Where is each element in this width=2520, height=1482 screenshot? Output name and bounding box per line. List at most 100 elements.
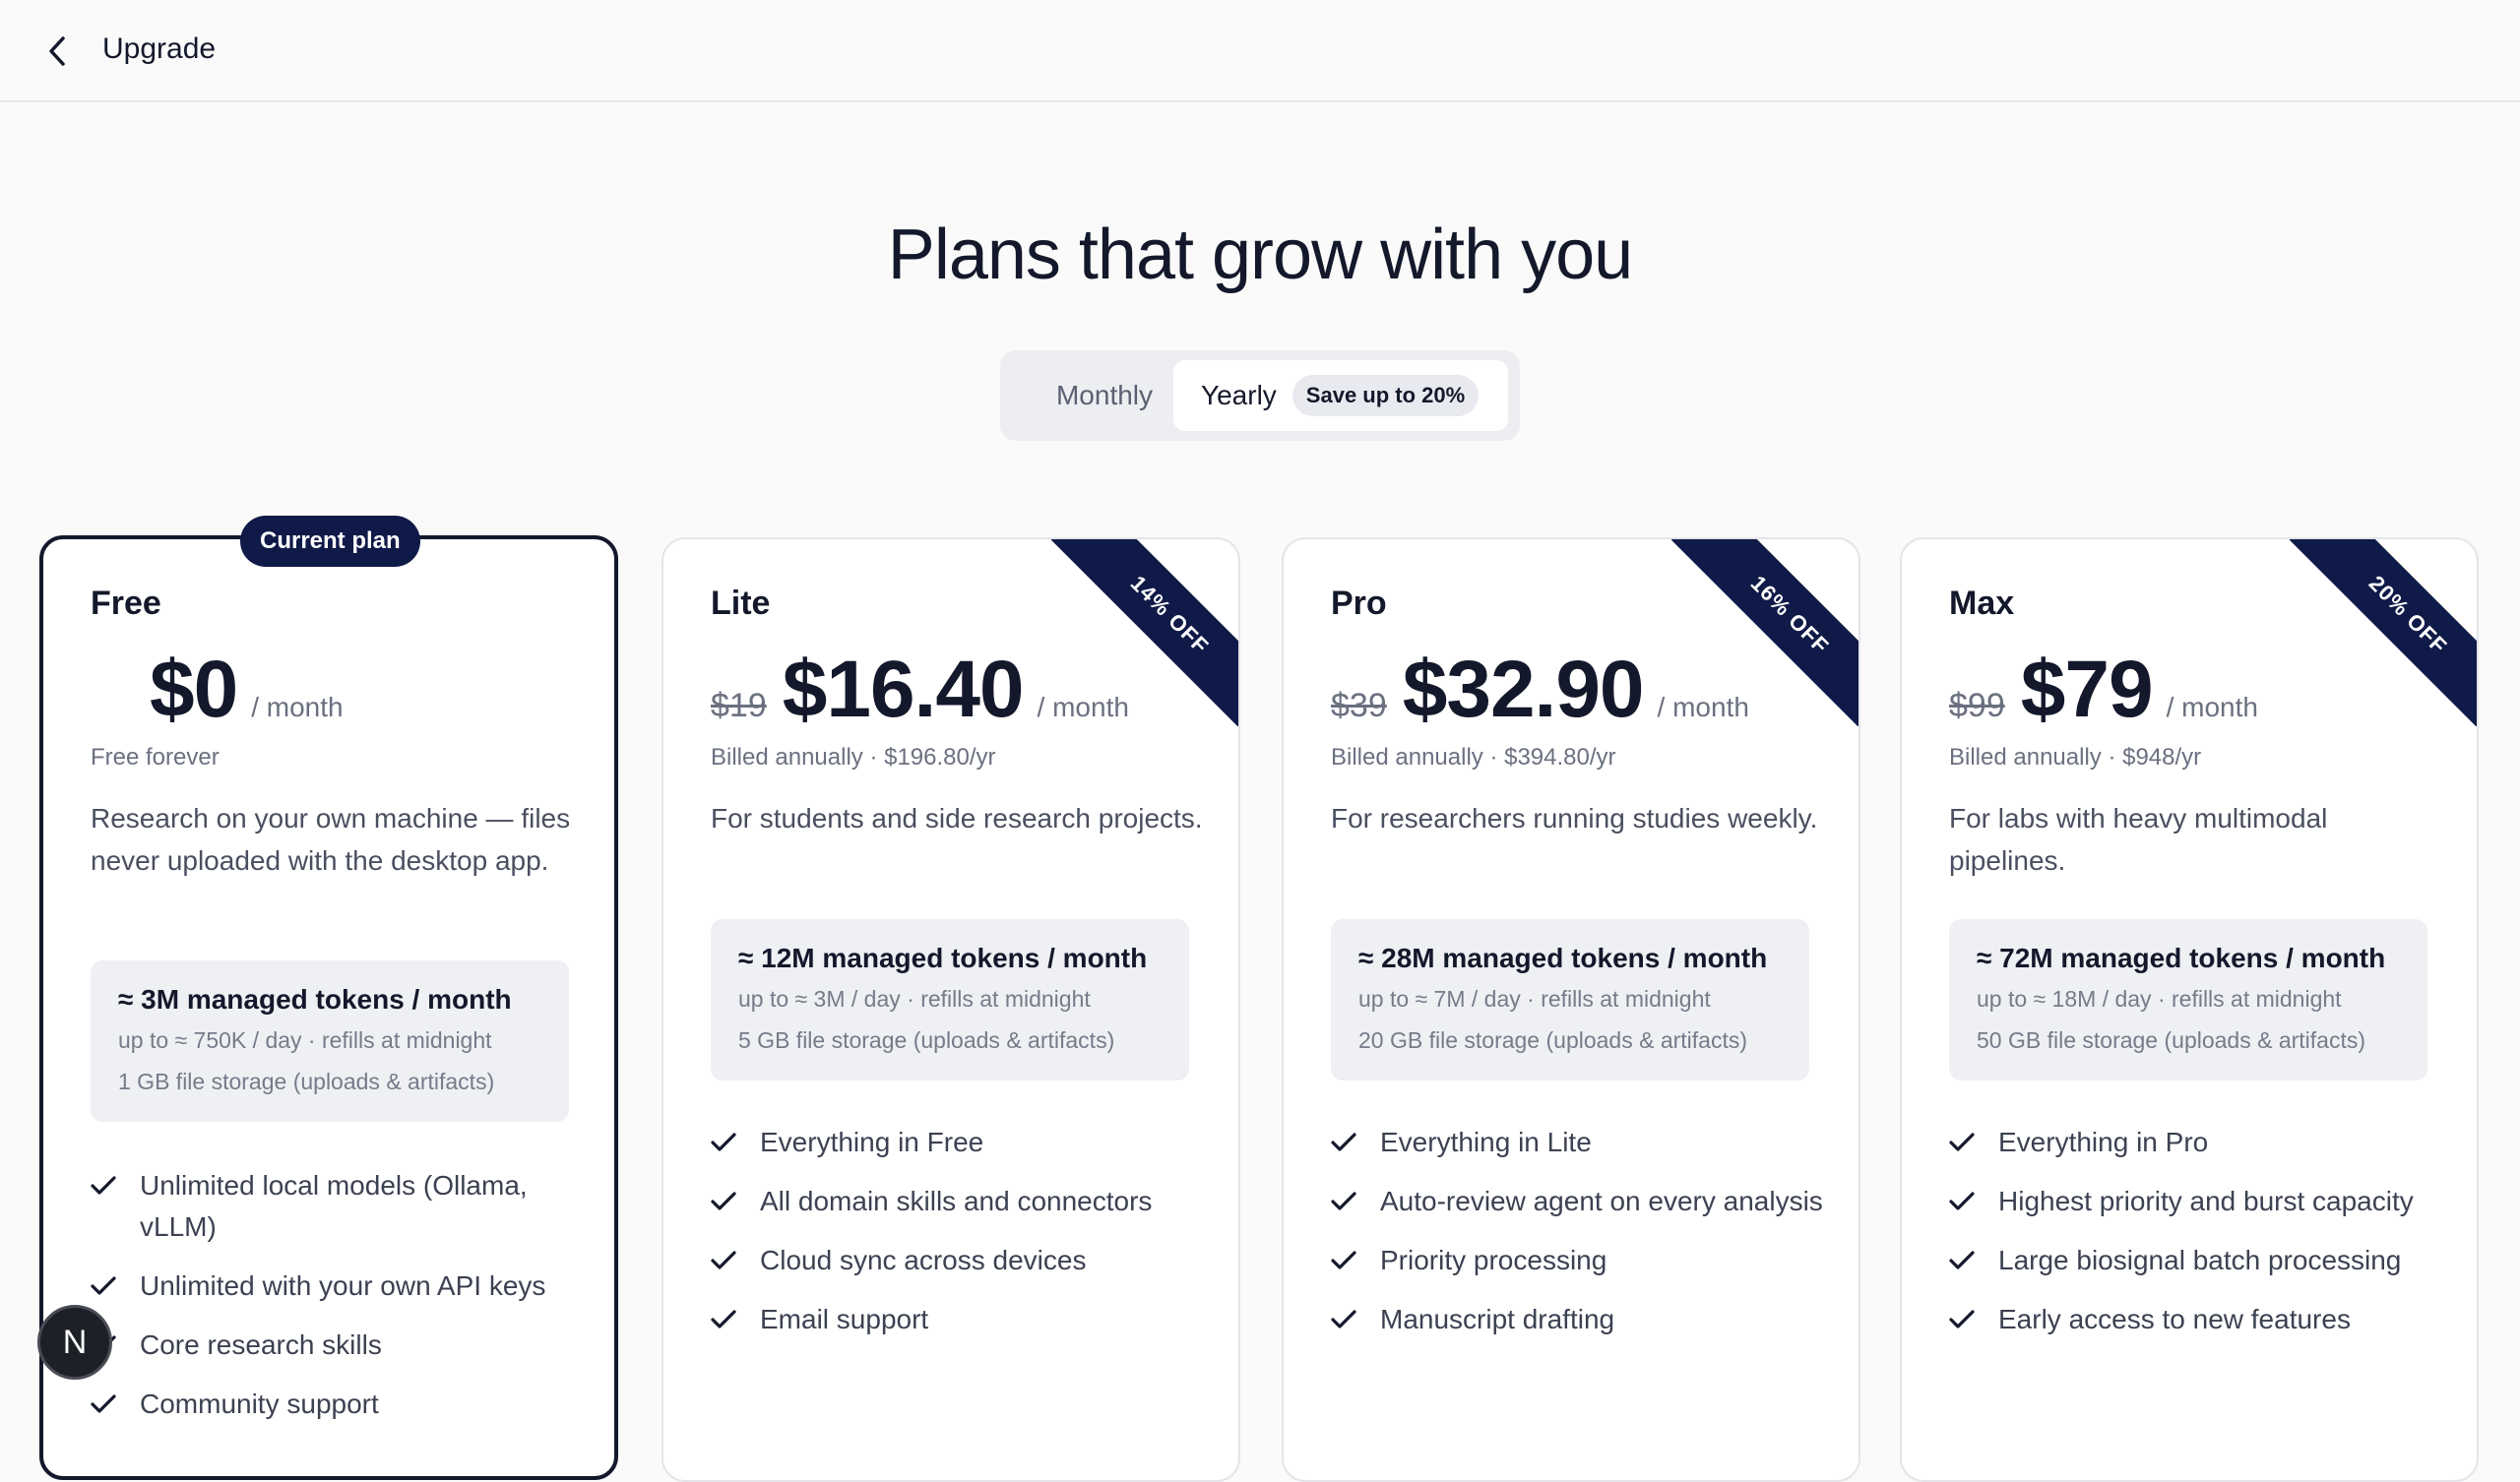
feature-item: Auto-review agent on every analysis	[1331, 1181, 1823, 1222]
check-icon	[91, 1384, 120, 1425]
check-icon	[1331, 1240, 1360, 1281]
token-storage: 5 GB file storage (uploads & artifacts)	[738, 1027, 1115, 1053]
token-title: ≈ 28M managed tokens / month	[1358, 943, 1768, 973]
plan-description: For students and side research projects.	[711, 803, 1203, 834]
yearly-label: Yearly	[1201, 380, 1277, 410]
feature-item: Large biosignal batch processing	[1949, 1240, 2441, 1281]
check-icon	[1331, 1181, 1360, 1222]
plan-name: Max	[1949, 585, 2015, 622]
feature-text: Everything in Pro	[1998, 1127, 2209, 1157]
feature-text: Early access to new features	[1998, 1304, 2351, 1334]
plan-card-pro[interactable]: 16% OFF Pro $39 $32.90 / month Billed an…	[1282, 537, 1860, 1482]
token-storage: 50 GB file storage (uploads & artifacts)	[1977, 1027, 2366, 1053]
feature-text: Community support	[140, 1389, 379, 1419]
plan-description: For labs with heavy multimodal pipelines…	[1949, 803, 2328, 876]
feature-item: Community support	[91, 1384, 583, 1425]
token-storage: 1 GB file storage (uploads & artifacts)	[118, 1069, 495, 1094]
current-plan-badge: Current plan	[240, 516, 420, 567]
plan-name: Free	[91, 585, 161, 622]
feature-list: Everything in Lite Auto-review agent on …	[1331, 1122, 1823, 1358]
check-icon	[1331, 1299, 1360, 1340]
feature-text: Everything in Free	[760, 1127, 984, 1157]
feature-item: Everything in Free	[711, 1122, 1203, 1163]
feature-item: Cloud sync across devices	[711, 1240, 1203, 1281]
price: $32.90	[1402, 645, 1645, 734]
price-row: $99 $79 / month	[1949, 644, 2258, 738]
token-allowance-box: ≈ 72M managed tokens / month up to ≈ 18M…	[1949, 919, 2427, 1081]
feature-text: Cloud sync across devices	[760, 1245, 1087, 1275]
price-period: / month	[1657, 692, 1749, 722]
feature-item: Early access to new features	[1949, 1299, 2441, 1340]
billing-toggle: Monthly Yearly Save up to 20%	[1000, 350, 1520, 441]
check-icon	[91, 1266, 120, 1307]
token-title: ≈ 3M managed tokens / month	[118, 984, 512, 1015]
token-allowance-box: ≈ 12M managed tokens / month up to ≈ 3M …	[711, 919, 1189, 1081]
discount-ribbon: 20% OFF	[2290, 539, 2477, 726]
original-price: $39	[1331, 687, 1387, 724]
feature-list: Unlimited local models (Ollama, vLLM) Un…	[91, 1165, 583, 1443]
plan-name: Lite	[711, 585, 771, 622]
page-title: Upgrade	[102, 32, 217, 65]
billing-note: Billed annually · $394.80/yr	[1331, 744, 1616, 771]
back-button[interactable]	[37, 30, 77, 73]
top-bar: Upgrade	[0, 0, 2520, 102]
check-icon	[1949, 1122, 1979, 1163]
billing-note: Free forever	[91, 744, 220, 771]
token-daily: up to ≈ 7M / day · refills at midnight	[1358, 986, 1711, 1012]
check-icon	[1949, 1181, 1979, 1222]
feature-list: Everything in Pro Highest priority and b…	[1949, 1122, 2441, 1358]
billing-note: Billed annually · $948/yr	[1949, 744, 2202, 771]
plan-name: Pro	[1331, 585, 1387, 622]
feature-item: Manuscript drafting	[1331, 1299, 1823, 1340]
plan-description: Research on your own machine — files nev…	[91, 803, 571, 876]
feature-text: Unlimited with your own API keys	[140, 1270, 546, 1301]
original-price: $19	[711, 687, 767, 724]
check-icon	[1949, 1240, 1979, 1281]
feature-text: Email support	[760, 1304, 929, 1334]
check-icon	[711, 1299, 740, 1340]
feature-text: Everything in Lite	[1380, 1127, 1592, 1157]
plan-card-lite[interactable]: 14% OFF Lite $19 $16.40 / month Billed a…	[662, 537, 1240, 1482]
feature-item: Everything in Lite	[1331, 1122, 1823, 1163]
feature-text: Core research skills	[140, 1329, 382, 1360]
feature-list: Everything in Free All domain skills and…	[711, 1122, 1203, 1358]
plan-card-free[interactable]: Free $0 / month Free forever Research on…	[39, 535, 618, 1480]
feature-text: Large biosignal batch processing	[1998, 1245, 2402, 1275]
feature-item: All domain skills and connectors	[711, 1181, 1203, 1222]
original-price: $99	[1949, 687, 2005, 724]
feature-item: Email support	[711, 1299, 1203, 1340]
price-row: $39 $32.90 / month	[1331, 644, 1749, 738]
plan-card-max[interactable]: 20% OFF Max $99 $79 / month Billed annua…	[1900, 537, 2479, 1482]
check-icon	[91, 1165, 120, 1206]
token-daily: up to ≈ 3M / day · refills at midnight	[738, 986, 1091, 1012]
chevron-left-icon	[49, 36, 65, 66]
check-icon	[711, 1122, 740, 1163]
token-title: ≈ 72M managed tokens / month	[1977, 943, 2386, 973]
price: $79	[2020, 645, 2154, 734]
feature-text: Priority processing	[1380, 1245, 1607, 1275]
token-allowance-box: ≈ 3M managed tokens / month up to ≈ 750K…	[91, 960, 569, 1122]
feature-text: Unlimited local models (Ollama, vLLM)	[140, 1170, 528, 1242]
price: $16.40	[782, 645, 1025, 734]
save-badge: Save up to 20%	[1292, 375, 1480, 416]
plan-description: For researchers running studies weekly.	[1331, 803, 1818, 834]
token-storage: 20 GB file storage (uploads & artifacts)	[1358, 1027, 1748, 1053]
check-icon	[711, 1181, 740, 1222]
feature-item: Everything in Pro	[1949, 1122, 2441, 1163]
feature-item: Highest priority and burst capacity	[1949, 1181, 2441, 1222]
price-row: $0 / month	[150, 644, 344, 738]
feature-text: All domain skills and connectors	[760, 1186, 1153, 1216]
feature-item: Priority processing	[1331, 1240, 1823, 1281]
yearly-toggle-button[interactable]: Yearly Save up to 20%	[1173, 360, 1508, 431]
user-avatar-button[interactable]: N	[37, 1305, 112, 1380]
check-icon	[1331, 1122, 1360, 1163]
price-period: / month	[1037, 692, 1129, 722]
plans-headline: Plans that grow with you	[887, 216, 1633, 294]
billing-note: Billed annually · $196.80/yr	[711, 744, 996, 771]
check-icon	[1949, 1299, 1979, 1340]
feature-text: Auto-review agent on every analysis	[1380, 1186, 1823, 1216]
monthly-toggle-button[interactable]: Monthly	[1024, 364, 1185, 427]
token-allowance-box: ≈ 28M managed tokens / month up to ≈ 7M …	[1331, 919, 1809, 1081]
check-icon	[711, 1240, 740, 1281]
feature-text: Highest priority and burst capacity	[1998, 1186, 2414, 1216]
